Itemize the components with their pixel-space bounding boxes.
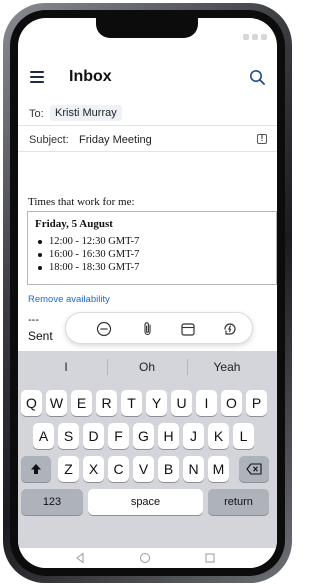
key-n[interactable]: N xyxy=(183,456,204,482)
key-i[interactable]: I xyxy=(196,390,217,416)
body-intro[interactable]: Times that work for me: xyxy=(28,196,135,208)
key-l[interactable]: L xyxy=(233,423,254,449)
time-slot: 18:00 - 18:30 GMT-7 xyxy=(35,261,269,274)
search-icon[interactable] xyxy=(249,69,265,85)
key-y[interactable]: Y xyxy=(146,390,167,416)
space-key[interactable]: space xyxy=(88,489,203,515)
suggestion-item[interactable]: I xyxy=(31,360,101,374)
key-g[interactable]: G xyxy=(133,423,154,449)
signature-separator: --- xyxy=(28,314,39,326)
time-slot: 12:00 - 12:30 GMT-7 xyxy=(35,235,269,248)
key-v[interactable]: V xyxy=(133,456,154,482)
lightning-icon[interactable] xyxy=(222,321,238,337)
status-dot xyxy=(252,34,258,40)
page-title: Inbox xyxy=(69,68,112,85)
to-label: To: xyxy=(29,108,44,120)
subject-field[interactable]: Friday Meeting xyxy=(79,134,152,146)
to-row[interactable]: To: Kristi Murray xyxy=(18,100,277,126)
key-b[interactable]: B xyxy=(158,456,179,482)
subject-label: Subject: xyxy=(29,134,69,146)
time-slot: 16:00 - 16:30 GMT-7 xyxy=(35,248,269,261)
key-q[interactable]: Q xyxy=(21,390,42,416)
availability-card[interactable]: Friday, 5 August 12:00 - 12:30 GMT-7 16:… xyxy=(27,211,277,285)
subject-row[interactable]: Subject: Friday Meeting ! xyxy=(18,126,277,152)
menu-line xyxy=(30,71,44,73)
keyboard: I Oh Yeah Q W E R T Y U I O P A S D F G … xyxy=(18,351,277,548)
key-t[interactable]: T xyxy=(121,390,142,416)
calendar-icon[interactable] xyxy=(180,321,196,337)
key-c[interactable]: C xyxy=(108,456,129,482)
remove-availability-link[interactable]: Remove availability xyxy=(28,294,110,305)
recipient-chip[interactable]: Kristi Murray xyxy=(50,105,122,121)
status-dot xyxy=(243,34,249,40)
app-bar: Inbox xyxy=(18,62,277,94)
key-w[interactable]: W xyxy=(46,390,67,416)
hamburger-icon[interactable] xyxy=(30,71,44,83)
suggestion-item[interactable]: Yeah xyxy=(192,360,262,374)
navigation-bar xyxy=(18,548,277,568)
key-o[interactable]: O xyxy=(221,390,242,416)
numbers-key[interactable]: 123 xyxy=(21,489,83,515)
signature-text: Sent xyxy=(28,329,53,343)
key-h[interactable]: H xyxy=(158,423,179,449)
phone-screen: Inbox To: Kristi Murray Subject: Friday … xyxy=(18,18,277,568)
phone-bezel: Inbox To: Kristi Murray Subject: Friday … xyxy=(10,10,285,576)
home-circle-icon[interactable] xyxy=(139,552,151,564)
recents-square-icon[interactable] xyxy=(204,552,216,564)
key-f[interactable]: F xyxy=(108,423,129,449)
suggestion-divider xyxy=(187,359,188,375)
key-p[interactable]: P xyxy=(246,390,267,416)
key-x[interactable]: X xyxy=(83,456,104,482)
key-s[interactable]: S xyxy=(58,423,79,449)
back-triangle-icon[interactable] xyxy=(74,552,86,564)
suggestion-item[interactable]: Oh xyxy=(112,360,182,374)
key-z[interactable]: Z xyxy=(58,456,79,482)
status-indicators xyxy=(243,34,267,40)
key-r[interactable]: R xyxy=(96,390,117,416)
menu-line xyxy=(30,76,44,78)
paperclip-icon[interactable] xyxy=(140,321,156,337)
menu-line xyxy=(30,81,44,83)
backspace-icon xyxy=(246,463,262,475)
shift-arrow-icon xyxy=(31,464,41,474)
minus-circle-icon[interactable] xyxy=(96,321,112,337)
key-j[interactable]: J xyxy=(183,423,204,449)
key-d[interactable]: D xyxy=(83,423,104,449)
suggestion-divider xyxy=(107,359,108,375)
notch xyxy=(96,18,198,38)
status-dot xyxy=(261,34,267,40)
phone-frame: Inbox To: Kristi Murray Subject: Friday … xyxy=(3,3,292,583)
key-u[interactable]: U xyxy=(171,390,192,416)
suggestion-bar: I Oh Yeah xyxy=(18,351,277,381)
exclamation-icon[interactable]: ! xyxy=(257,134,267,144)
key-m[interactable]: M xyxy=(208,456,229,482)
availability-date: Friday, 5 August xyxy=(35,218,113,230)
shift-key[interactable] xyxy=(21,456,51,482)
key-k[interactable]: K xyxy=(208,423,229,449)
return-key[interactable]: return xyxy=(208,489,269,515)
key-a[interactable]: A xyxy=(33,423,54,449)
key-e[interactable]: E xyxy=(71,390,92,416)
backspace-key[interactable] xyxy=(239,456,269,482)
compose-toolbar xyxy=(65,312,253,344)
